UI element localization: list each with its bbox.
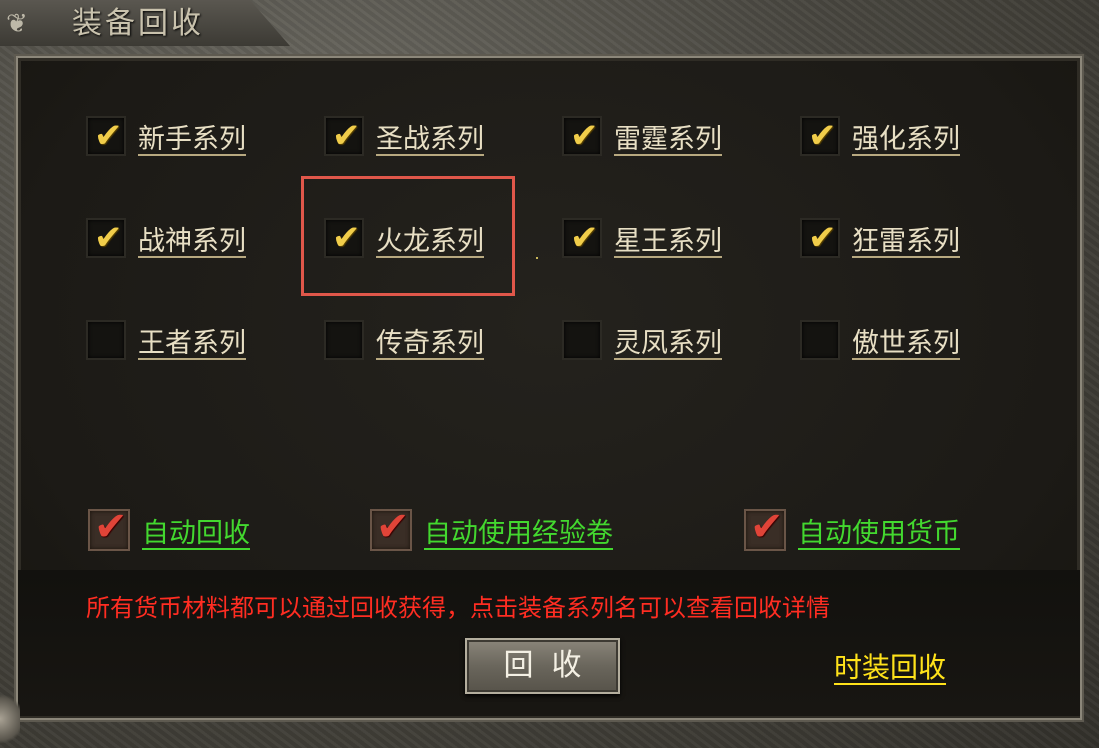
dragon-ornament-icon: ❦ xyxy=(6,9,28,39)
auto-recycle-checkbox[interactable]: ✔ xyxy=(88,505,130,551)
series-item-chuanqi[interactable]: 传奇系列 xyxy=(324,318,484,362)
series-checkbox[interactable]: ✔ xyxy=(800,116,840,156)
series-checkbox[interactable] xyxy=(86,320,126,360)
check-icon: ✔ xyxy=(808,116,837,156)
highlight-box xyxy=(301,176,515,296)
series-label[interactable]: 傲世系列 xyxy=(852,321,960,360)
series-label[interactable]: 王者系列 xyxy=(138,321,246,360)
series-label[interactable]: 战神系列 xyxy=(138,219,246,258)
check-icon: ✔ xyxy=(376,504,410,550)
series-checkbox[interactable]: ✔ xyxy=(324,116,364,156)
series-item-shengzhan[interactable]: ✔ 圣战系列 xyxy=(324,114,484,158)
check-icon: ✔ xyxy=(94,504,128,550)
series-label[interactable]: 灵凤系列 xyxy=(614,321,722,360)
series-item-qianghua[interactable]: ✔ 强化系列 xyxy=(800,114,960,158)
check-icon: ✔ xyxy=(570,218,599,258)
series-checkbox[interactable] xyxy=(800,320,840,360)
series-label[interactable]: 传奇系列 xyxy=(376,321,484,360)
auto-recycle-label[interactable]: 自动回收 xyxy=(142,511,250,550)
recycle-button[interactable]: 回收 xyxy=(465,638,620,694)
notice-text: 所有货币材料都可以通过回收获得，点击装备系列名可以查看回收详情 xyxy=(86,594,830,622)
series-item-kuanglei[interactable]: ✔ 狂雷系列 xyxy=(800,216,960,260)
auto-currency-option[interactable]: ✔ 自动使用货币 xyxy=(744,505,960,552)
series-label[interactable]: 雷霆系列 xyxy=(614,117,722,156)
auto-exp-scroll-option[interactable]: ✔ 自动使用经验卷 xyxy=(370,505,613,552)
stray-dot xyxy=(536,257,538,259)
series-checkbox[interactable]: ✔ xyxy=(86,218,126,258)
auto-exp-scroll-checkbox[interactable]: ✔ xyxy=(370,505,412,551)
series-label[interactable]: 狂雷系列 xyxy=(852,219,960,258)
series-checkbox[interactable] xyxy=(324,320,364,360)
check-icon: ✔ xyxy=(808,218,837,258)
check-icon: ✔ xyxy=(94,218,123,258)
series-label[interactable]: 新手系列 xyxy=(138,117,246,156)
corner-ornament-icon xyxy=(0,690,20,748)
window-title: 装备回收 xyxy=(72,6,204,41)
check-icon: ✔ xyxy=(750,504,784,550)
series-label[interactable]: 强化系列 xyxy=(852,117,960,156)
series-label[interactable]: 圣战系列 xyxy=(376,117,484,156)
series-label[interactable]: 星王系列 xyxy=(614,219,722,258)
series-item-zhanshen[interactable]: ✔ 战神系列 xyxy=(86,216,246,260)
series-checkbox[interactable]: ✔ xyxy=(562,116,602,156)
series-item-leiting[interactable]: ✔ 雷霆系列 xyxy=(562,114,722,158)
auto-recycle-option[interactable]: ✔ 自动回收 xyxy=(88,505,250,552)
check-icon: ✔ xyxy=(94,116,123,156)
check-icon: ✔ xyxy=(332,116,361,156)
series-checkbox[interactable]: ✔ xyxy=(800,218,840,258)
series-item-lingfeng[interactable]: 灵凤系列 xyxy=(562,318,722,362)
series-item-xinshou[interactable]: ✔ 新手系列 xyxy=(86,114,246,158)
auto-exp-scroll-label[interactable]: 自动使用经验卷 xyxy=(424,511,613,550)
auto-currency-checkbox[interactable]: ✔ xyxy=(744,505,786,551)
series-item-aoshi[interactable]: 傲世系列 xyxy=(800,318,960,362)
auto-currency-label[interactable]: 自动使用货币 xyxy=(798,511,960,550)
check-icon: ✔ xyxy=(570,116,599,156)
fashion-recycle-link[interactable]: 时装回收 xyxy=(834,648,946,688)
series-checkbox[interactable]: ✔ xyxy=(562,218,602,258)
series-checkbox[interactable] xyxy=(562,320,602,360)
series-checkbox[interactable]: ✔ xyxy=(86,116,126,156)
series-item-xingwang[interactable]: ✔ 星王系列 xyxy=(562,216,722,260)
series-item-wangzhe[interactable]: 王者系列 xyxy=(86,318,246,362)
